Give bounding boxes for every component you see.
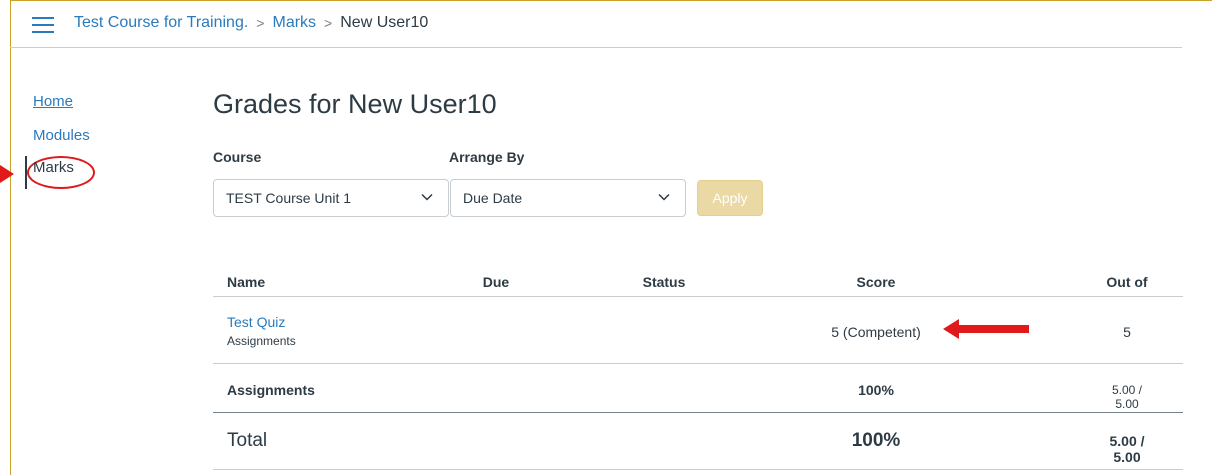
course-label: Course — [213, 149, 262, 165]
assignment-score: 5 (Competent) — [831, 324, 921, 340]
nav-item-modules[interactable]: Modules — [33, 127, 90, 144]
header-divider — [213, 296, 1183, 297]
breadcrumb-separator: > — [324, 15, 333, 31]
column-header-status[interactable]: Status — [643, 274, 686, 290]
hamburger-icon[interactable] — [32, 17, 54, 33]
table-bottom-divider — [213, 469, 1183, 470]
chevron-down-icon — [658, 193, 670, 201]
page-frame — [10, 0, 1212, 475]
column-header-out-of[interactable]: Out of — [1106, 274, 1147, 290]
row-divider — [213, 363, 1183, 364]
breadcrumb: Test Course for Training. > Marks > New … — [74, 14, 428, 32]
arrange-by-select-value: Due Date — [463, 190, 523, 206]
chevron-down-icon — [421, 193, 433, 201]
annotation-arrow-right — [943, 319, 1029, 339]
column-header-due[interactable]: Due — [483, 274, 509, 290]
column-header-name[interactable]: Name — [227, 274, 265, 290]
column-header-score[interactable]: Score — [857, 274, 896, 290]
arrange-by-select[interactable]: Due Date — [450, 179, 686, 217]
total-out-of: 5.00 / 5.00 — [1109, 433, 1145, 465]
top-header: Test Course for Training. > Marks > New … — [10, 0, 1182, 48]
arrange-by-label: Arrange By — [449, 149, 525, 165]
assignment-out-of: 5 — [1123, 324, 1131, 340]
breadcrumb-course-link[interactable]: Test Course for Training. — [74, 14, 248, 32]
course-select[interactable]: TEST Course Unit 1 — [213, 179, 449, 217]
nav-item-marks[interactable]: Marks — [33, 159, 90, 176]
assignment-link[interactable]: Test Quiz — [227, 314, 285, 330]
apply-button[interactable]: Apply — [697, 180, 763, 216]
assignment-group: Assignments — [227, 334, 296, 348]
total-divider — [213, 412, 1183, 413]
course-nav: Home Modules Marks — [33, 93, 90, 176]
breadcrumb-current: New User10 — [340, 14, 429, 31]
group-total-name: Assignments — [227, 382, 315, 398]
group-total-score: 100% — [858, 382, 894, 398]
breadcrumb-separator: > — [256, 15, 265, 31]
page-title: Grades for New User10 — [213, 89, 497, 119]
annotation-arrow-left — [0, 165, 14, 183]
total-score: 100% — [851, 430, 901, 451]
breadcrumb-marks-link[interactable]: Marks — [272, 14, 316, 32]
nav-item-home[interactable]: Home — [33, 93, 90, 110]
course-select-value: TEST Course Unit 1 — [226, 190, 352, 206]
group-total-out-of: 5.00 / 5.00 — [1111, 383, 1143, 411]
total-name: Total — [227, 430, 268, 451]
